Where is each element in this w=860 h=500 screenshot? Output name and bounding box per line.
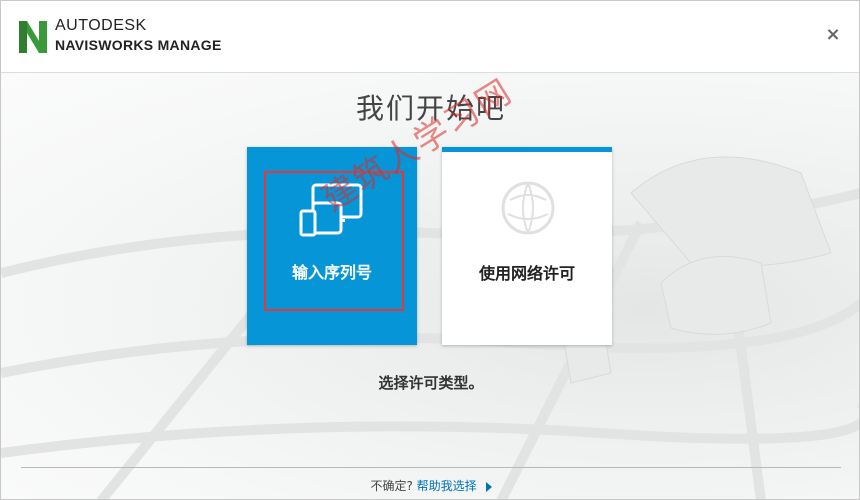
navisworks-n-logo-icon (19, 21, 47, 53)
brand-product: NAVISWORKS MANAGE (55, 37, 222, 53)
close-button[interactable]: × (825, 24, 841, 45)
license-type-prompt: 选择许可类型。 (378, 374, 484, 392)
triangle-right-icon[interactable] (485, 481, 492, 492)
close-icon[interactable]: × (825, 24, 840, 45)
network-globe-icon (501, 181, 555, 235)
brand-company: AUTODESK (55, 17, 147, 34)
use-network-license-card[interactable]: 使用网络许可 (442, 147, 612, 345)
enter-serial-number-label: 输入序列号 (291, 263, 372, 282)
footer-question: 不确定? (370, 479, 413, 493)
footer-divider (21, 467, 841, 468)
installer-window: AUTODESK NAVISWORKS MANAGE × 我们开始吧 输入序列号… (0, 0, 860, 500)
footer: 不确定? 帮助我选择 (1, 477, 859, 494)
header-bar: AUTODESK NAVISWORKS MANAGE × (1, 1, 859, 73)
help-me-choose-link[interactable]: 帮助我选择 (417, 479, 477, 493)
use-network-license-label: 使用网络许可 (478, 264, 575, 283)
